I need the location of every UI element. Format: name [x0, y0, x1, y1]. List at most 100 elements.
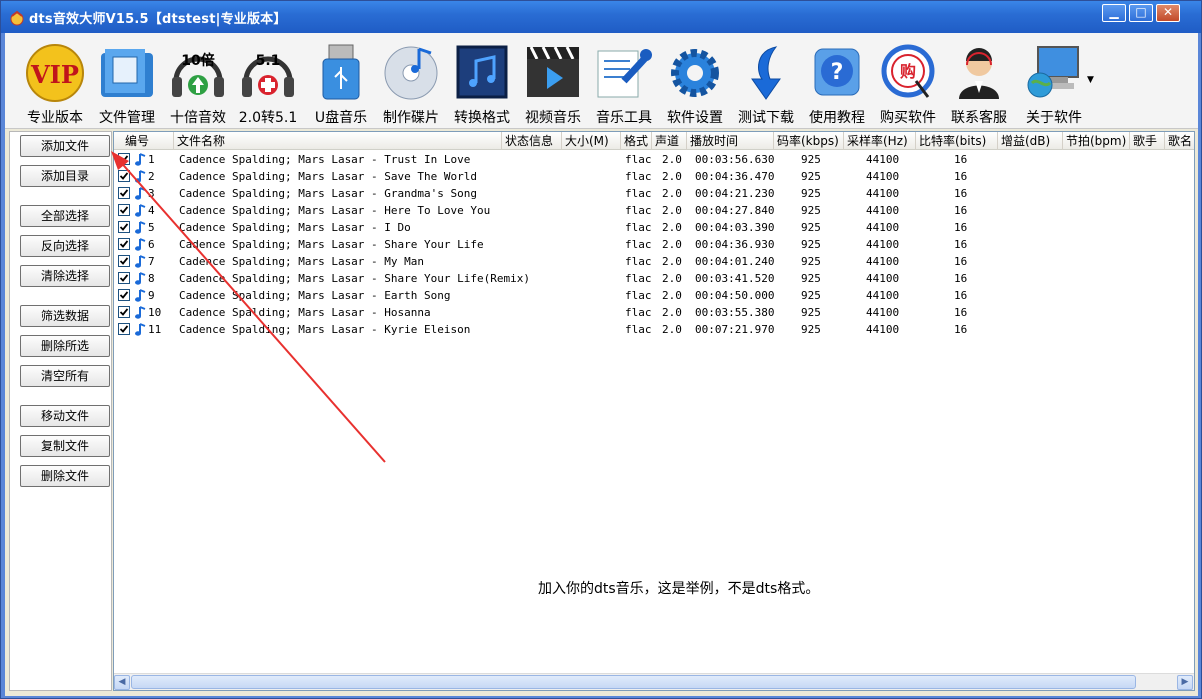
- cell-format: flac: [625, 323, 652, 336]
- row-checkbox[interactable]: [118, 323, 130, 335]
- cell-no: 7: [148, 255, 155, 268]
- cell-no: 10: [148, 306, 162, 319]
- row-checkbox[interactable]: [118, 289, 130, 301]
- cell-format: flac: [625, 204, 652, 217]
- title-bar[interactable]: dts音效大师V15.5【dtstest|专业版本】 ▁ □ ✕: [1, 1, 1201, 33]
- toolbar-button-14[interactable]: 联系客服: [943, 39, 1015, 129]
- row-checkbox[interactable]: [118, 221, 130, 233]
- column-header[interactable]: 播放时间: [687, 132, 774, 150]
- table-row[interactable]: 5 Cadence Spalding; Mars Lasar - I Do flac…: [114, 219, 1194, 236]
- cell-bits: 16: [954, 153, 968, 166]
- cell-bitrate: 925: [801, 170, 821, 183]
- column-header[interactable]: 比特率(bits): [916, 132, 998, 150]
- toolbar-button-12[interactable]: ? 使用教程: [801, 39, 873, 129]
- column-header[interactable]: 节拍(bpm): [1063, 132, 1130, 150]
- toolbar-button-9[interactable]: 音乐工具: [588, 39, 660, 129]
- sidebar-button-10[interactable]: 复制文件: [20, 435, 110, 457]
- close-button[interactable]: ✕: [1156, 4, 1180, 22]
- toolbar-button-1[interactable]: VIP 专业版本: [19, 39, 91, 129]
- cell-channels: 2.0: [662, 323, 682, 336]
- row-checkbox[interactable]: [118, 272, 130, 284]
- row-checkbox[interactable]: [118, 204, 130, 216]
- sidebar-button-4[interactable]: 反向选择: [20, 235, 110, 257]
- row-checkbox[interactable]: [118, 255, 130, 267]
- vip-icon: VIP: [25, 41, 85, 103]
- row-checkbox[interactable]: [118, 153, 130, 165]
- sidebar-button-2[interactable]: 添加目录: [20, 165, 110, 187]
- maximize-button[interactable]: □: [1129, 4, 1153, 22]
- column-header[interactable]: 歌手: [1130, 132, 1165, 150]
- sidebar-button-3[interactable]: 全部选择: [20, 205, 110, 227]
- row-checkbox[interactable]: [118, 238, 130, 250]
- list-header: 编号 文件名称 状态信息 大小(M) 格式 声道 播放时间 码率(kbps) 采样率(Hz) 比特…: [114, 132, 1194, 150]
- cell-name: Cadence Spalding; Mars Lasar - Hosanna: [179, 306, 431, 319]
- minimize-button[interactable]: ▁: [1102, 4, 1126, 22]
- sidebar-button-8[interactable]: 清空所有: [20, 365, 110, 387]
- more-dropdown-icon[interactable]: ▼: [1087, 75, 1094, 85]
- column-header[interactable]: 声道: [652, 132, 687, 150]
- toolbar-button-13[interactable]: 购购买软件: [872, 39, 944, 129]
- cell-name: Cadence Spalding; Mars Lasar - Grandma's…: [179, 187, 478, 200]
- sidebar-button-9[interactable]: 移动文件: [20, 405, 110, 427]
- table-row[interactable]: 7 Cadence Spalding; Mars Lasar - My Man fl…: [114, 253, 1194, 270]
- file-list[interactable]: 编号 文件名称 状态信息 大小(M) 格式 声道 播放时间 码率(kbps) 采样率(Hz) 比特…: [113, 131, 1195, 691]
- cell-name: Cadence Spalding; Mars Lasar - Trust In …: [179, 153, 471, 166]
- cell-channels: 2.0: [662, 272, 682, 285]
- cell-bitrate: 925: [801, 323, 821, 336]
- sidebar-button-7[interactable]: 删除所选: [20, 335, 110, 357]
- cell-channels: 2.0: [662, 204, 682, 217]
- cell-format: flac: [625, 187, 652, 200]
- cell-bits: 16: [954, 204, 968, 217]
- scroll-left-icon[interactable]: ◀: [114, 675, 130, 690]
- table-row[interactable]: 9 Cadence Spalding; Mars Lasar - Earth So…: [114, 287, 1194, 304]
- cell-samplerate: 44100: [866, 187, 900, 200]
- row-checkbox[interactable]: [118, 306, 130, 318]
- cell-bits: 16: [954, 255, 968, 268]
- cell-bits: 16: [954, 238, 968, 251]
- cell-samplerate: 44100: [866, 272, 900, 285]
- column-header[interactable]: 状态信息: [502, 132, 562, 150]
- toolbar-button-11[interactable]: 测试下载: [730, 39, 802, 129]
- sidebar-button-5[interactable]: 清除选择: [20, 265, 110, 287]
- table-row[interactable]: 2 Cadence Spalding; Mars Lasar - Save The…: [114, 168, 1194, 185]
- toolbar-button-8[interactable]: 视频音乐: [517, 39, 589, 129]
- table-row[interactable]: 11 Cadence Spalding; Mars Lasar - Kyrie E…: [114, 321, 1194, 338]
- column-header[interactable]: 歌名: [1165, 132, 1202, 150]
- row-checkbox[interactable]: [118, 170, 130, 182]
- table-row[interactable]: 1 Cadence Spalding; Mars Lasar - Trust In…: [114, 151, 1194, 168]
- cell-duration: 00:04:03.390: [695, 221, 775, 234]
- toolbar-button-2[interactable]: 文件管理: [91, 39, 163, 129]
- toolbar-button-5[interactable]: U盘音乐: [305, 39, 377, 129]
- cell-no: 8: [148, 272, 155, 285]
- toolbar-button-7[interactable]: 转换格式: [446, 39, 518, 129]
- toolbar-button-10[interactable]: 软件设置: [659, 39, 731, 129]
- table-row[interactable]: 6 Cadence Spalding; Mars Lasar - Share Yo…: [114, 236, 1194, 253]
- cell-name: Cadence Spalding; Mars Lasar - My Man: [179, 255, 425, 268]
- column-header[interactable]: 大小(M): [562, 132, 621, 150]
- cell-no: 6: [148, 238, 155, 251]
- sidebar-button-11[interactable]: 删除文件: [20, 465, 110, 487]
- scroll-thumb[interactable]: [131, 675, 1136, 689]
- toolbar-button-4[interactable]: 5.1 2.0转5.1: [232, 39, 304, 129]
- cell-bits: 16: [954, 289, 968, 302]
- horizontal-scrollbar[interactable]: ◀ ▶: [114, 673, 1194, 690]
- row-checkbox[interactable]: [118, 187, 130, 199]
- table-row[interactable]: 3 Cadence Spalding; Mars Lasar - Grandma'…: [114, 185, 1194, 202]
- toolbar-button-3[interactable]: 10倍 十倍音效: [162, 39, 234, 129]
- scroll-right-icon[interactable]: ▶: [1177, 675, 1193, 690]
- column-header[interactable]: 码率(kbps): [774, 132, 844, 150]
- column-header[interactable]: 采样率(Hz): [844, 132, 916, 150]
- column-header[interactable]: 格式: [621, 132, 652, 150]
- toolbar-button-15[interactable]: 关于软件: [1018, 39, 1090, 129]
- sidebar-button-1[interactable]: 添加文件: [20, 135, 110, 157]
- column-header[interactable]: 增益(dB): [998, 132, 1063, 150]
- clapperboard-icon: [523, 41, 583, 103]
- music-file-icon: [133, 237, 147, 252]
- toolbar-button-6[interactable]: 制作碟片: [375, 39, 447, 129]
- sidebar-button-6[interactable]: 筛选数据: [20, 305, 110, 327]
- table-row[interactable]: 10 Cadence Spalding; Mars Lasar - Hosanna…: [114, 304, 1194, 321]
- table-row[interactable]: 8 Cadence Spalding; Mars Lasar - Share Yo…: [114, 270, 1194, 287]
- column-header[interactable]: 编号: [114, 132, 174, 150]
- table-row[interactable]: 4 Cadence Spalding; Mars Lasar - Here To …: [114, 202, 1194, 219]
- column-header[interactable]: 文件名称: [174, 132, 502, 150]
